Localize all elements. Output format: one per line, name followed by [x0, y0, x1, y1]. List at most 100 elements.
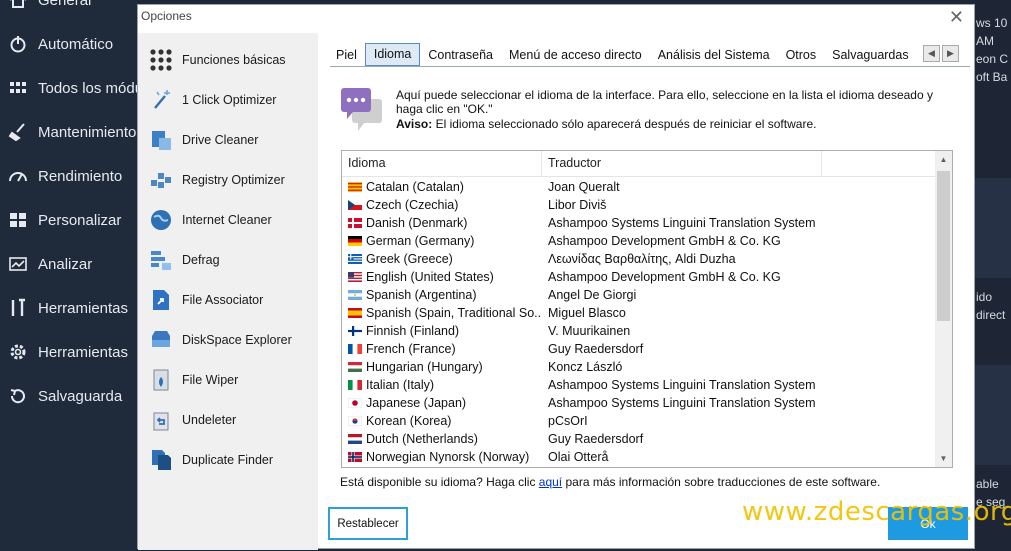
footnote-text-end: para más información sobre traducciones … [562, 475, 881, 489]
app-right-text: ws 10 [976, 16, 1008, 30]
column-header-translator[interactable]: Traductor [542, 151, 822, 176]
category-item[interactable]: File Wiper [148, 367, 238, 393]
column-header-language[interactable]: Idioma [342, 151, 542, 176]
language-cell: Hungarian (Hungary) [342, 360, 542, 374]
tab-scroll-right-icon[interactable]: ▶ [942, 45, 959, 62]
list-scrollbar[interactable]: ▲ ▼ [935, 151, 952, 467]
language-row[interactable]: Hungarian (Hungary) Koncz László [342, 358, 936, 376]
language-name: Danish (Denmark) [366, 216, 468, 230]
czech-flag-icon [348, 200, 362, 210]
app-nav-label: Analizar [38, 255, 93, 273]
language-row[interactable]: Japanese (Japan) Ashampoo Systems Linguin… [342, 394, 936, 412]
category-label: Internet Cleaner [182, 213, 272, 227]
language-cell: Japanese (Japan) [342, 396, 542, 410]
language-row[interactable]: Dutch (Netherlands) Guy Raedersdorf [342, 430, 936, 448]
tab-4[interactable]: Análisis del Sistema [650, 45, 778, 66]
category-item[interactable]: Duplicate Finder [148, 447, 273, 473]
category-item[interactable]: Internet Cleaner [148, 207, 272, 233]
language-row[interactable]: Finnish (Finland) V. Muurikainen [342, 322, 936, 340]
close-icon[interactable]: ✕ [949, 7, 964, 28]
translator-cell: Ashampoo Systems Linguini Translation Sy… [548, 378, 816, 392]
category-item[interactable]: Drive Cleaner [148, 127, 258, 153]
chart-icon [8, 254, 28, 274]
app-nav-label: Mantenimiento [38, 123, 137, 141]
language-cell: Danish (Denmark) [342, 216, 542, 230]
app-right-text: oft Ba [976, 70, 1008, 84]
language-name: Greek (Greece) [366, 252, 453, 266]
category-item[interactable]: Undeleter [148, 407, 236, 433]
language-row[interactable]: Italian (Italy) Ashampoo Systems Linguini… [342, 376, 936, 394]
category-item[interactable]: Funciones básicas [148, 47, 286, 73]
language-name: Italian (Italy) [366, 378, 435, 392]
app-nav-item[interactable]: Automático [8, 34, 113, 54]
category-label: Drive Cleaner [182, 133, 259, 147]
app-tile [975, 178, 1011, 278]
language-row[interactable]: Korean (Korea) pCsOrI [342, 412, 936, 430]
language-cell: Korean (Korea) [342, 414, 542, 428]
app-nav-label: Herramientas [38, 343, 129, 361]
file-wiper-icon [148, 367, 174, 393]
language-name: Japanese (Japan) [366, 396, 467, 410]
danish-flag-icon [348, 218, 362, 228]
app-nav-item[interactable]: Mantenimiento [8, 122, 136, 142]
app-nav-item[interactable]: Rendimiento [8, 166, 122, 186]
category-item[interactable]: Defrag [148, 247, 220, 273]
app-nav-item[interactable]: Herramientas [8, 342, 128, 362]
language-cell: English (United States) [342, 270, 542, 284]
scroll-down-icon[interactable]: ▼ [935, 450, 952, 467]
app-nav-item[interactable]: Salvaguarda [8, 386, 122, 406]
category-item[interactable]: 1 Click Optimizer [148, 87, 276, 113]
reset-button[interactable]: Restablecer [328, 507, 408, 540]
italy-flag-icon [348, 380, 362, 390]
scroll-up-icon[interactable]: ▲ [935, 151, 952, 168]
footnote-text: Está disponible su idioma? Haga clic [340, 475, 539, 489]
tab-5[interactable]: Otros [778, 45, 825, 66]
app-nav-item[interactable]: Herramientas [8, 298, 128, 318]
language-list[interactable]: Idioma Traductor Catalan (Catalan) Joan Q… [341, 150, 953, 468]
category-item[interactable]: DiskSpace Explorer [148, 327, 292, 353]
app-nav-item[interactable]: Analizar [8, 254, 92, 274]
registry-icon [148, 167, 174, 193]
app-tile [975, 365, 1011, 465]
language-cell: Czech (Czechia) [342, 198, 542, 212]
language-row[interactable]: Spanish (Argentina) Angel De Giorgi [342, 286, 936, 304]
language-row[interactable]: English (United States) Ashampoo Developm… [342, 268, 936, 286]
app-right-text: able [976, 477, 999, 491]
app-nav-item[interactable]: Personalizar [8, 210, 121, 230]
language-cell: German (Germany) [342, 234, 542, 248]
tab-3[interactable]: Menú de acceso directo [501, 45, 650, 66]
category-item[interactable]: Registry Optimizer [148, 167, 285, 193]
tab-2[interactable]: Contraseña [420, 45, 501, 66]
category-item[interactable]: File Associator [148, 287, 263, 313]
app-nav-item[interactable]: General [8, 0, 91, 10]
language-row[interactable]: Norwegian Nynorsk (Norway) Olai Otterå [342, 448, 936, 466]
language-cell: French (France) [342, 342, 542, 356]
tab-1[interactable]: Idioma [364, 43, 421, 66]
language-name: French (France) [366, 342, 456, 356]
gear-icon [8, 342, 28, 362]
category-label: Defrag [182, 253, 220, 267]
tab-0[interactable]: Piel [328, 45, 365, 66]
translation-info-link[interactable]: aquí [539, 475, 562, 489]
language-row[interactable]: French (France) Guy Raedersdorf [342, 340, 936, 358]
language-row[interactable]: German (Germany) Ashampoo Development Gmb… [342, 232, 936, 250]
language-row[interactable]: Spanish (Spain, Traditional So... Miguel … [342, 304, 936, 322]
language-row[interactable]: Danish (Denmark) Ashampoo Systems Linguin… [342, 214, 936, 232]
language-row[interactable]: Catalan (Catalan) Joan Queralt [342, 178, 936, 196]
language-name: Norwegian Nynorsk (Norway) [366, 450, 530, 464]
watermark: www.zdescargas.org [742, 497, 1011, 527]
translator-cell: Joan Queralt [548, 180, 620, 194]
language-cell: Spanish (Spain, Traditional So... [342, 306, 542, 320]
tab-6[interactable]: Salvaguardas [824, 45, 916, 66]
restore-icon [8, 386, 28, 406]
app-right-text: AM [976, 34, 994, 48]
tab-divider [330, 66, 970, 67]
scroll-thumb[interactable] [937, 171, 950, 321]
tab-scroll-left-icon[interactable]: ◀ [923, 45, 940, 62]
translator-cell: pCsOrI [548, 414, 588, 428]
japan-flag-icon [348, 398, 362, 408]
language-row[interactable]: Czech (Czechia) Libor Diviš [342, 196, 936, 214]
options-dialog: Opciones ✕ Funciones básicas 1 Click Opti… [137, 4, 975, 550]
language-row[interactable]: Greek (Greece) Λεωνίδας Βαρθαλίτης, Aldi … [342, 250, 936, 268]
language-name: Hungarian (Hungary) [366, 360, 483, 374]
